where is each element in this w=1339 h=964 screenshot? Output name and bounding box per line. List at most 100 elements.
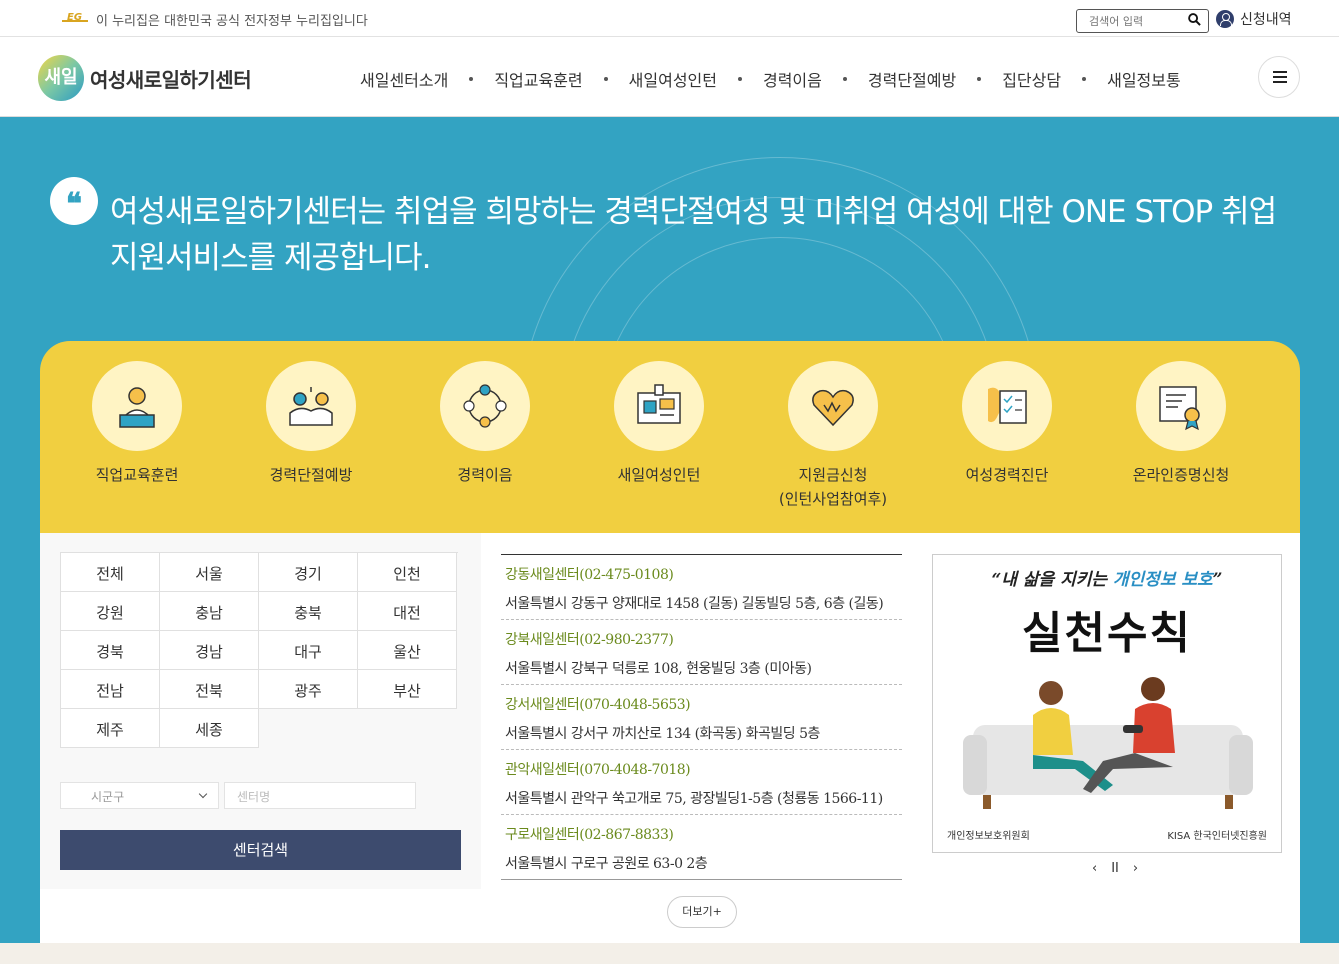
main-nav: 새일센터소개 직업교육훈련 새일여성인턴 경력이음 경력단절예방 집단상담 새일…	[360, 67, 1181, 91]
region-item[interactable]: 경북	[61, 631, 160, 670]
region-item[interactable]: 경기	[259, 553, 358, 592]
nav-item-career-prevention[interactable]: 경력단절예방	[868, 67, 956, 91]
hero-slogan: 여성새로일하기센터는 취업을 희망하는 경력단절여성 및 미취업 여성에 대한 …	[110, 194, 1277, 276]
region-item[interactable]: 울산	[358, 631, 457, 670]
egov-logo-icon: EG	[62, 12, 88, 26]
gov-notice-text: 이 누리집은 대한민국 공식 전자정부 누리집입니다	[96, 14, 368, 29]
prev-icon[interactable]: ‹	[1092, 861, 1097, 876]
region-item[interactable]: 전북	[160, 670, 259, 709]
apply-history-label: 신청내역	[1240, 12, 1292, 28]
hamburger-icon	[1273, 71, 1287, 73]
apply-history-link[interactable]: 신청내역	[1216, 9, 1292, 29]
region-item[interactable]: 대구	[259, 631, 358, 670]
center-search-button[interactable]: 센터검색	[60, 830, 461, 870]
list-item[interactable]: 강서새일센터(070-4048-5653) 서울특별시 강서구 까치산로 134…	[501, 685, 902, 750]
gov-notice: EG 이 누리집은 대한민국 공식 전자정부 누리집입니다	[62, 10, 368, 29]
list-item[interactable]: 관악새일센터(070-4048-7018) 서울특별시 관악구 쑥고개로 75,…	[501, 750, 902, 815]
nav-separator	[1082, 77, 1087, 81]
district-select-value: 시군구	[91, 790, 125, 804]
region-item[interactable]: 충남	[160, 592, 259, 631]
center-name: 강동새일센터(02-475-0108)	[505, 567, 674, 583]
pause-icon[interactable]: II	[1111, 861, 1119, 876]
quick-menu: 직업교육훈련 경력단절예방 경력이음 새일여성인턴 지원금신청 (인턴사업참여후…	[40, 341, 1300, 533]
nav-separator	[469, 77, 474, 81]
heart-money-icon	[788, 361, 878, 451]
quick-item-intern[interactable]: 새일여성인턴	[572, 361, 746, 487]
quick-item-subsidy[interactable]: 지원금신청 (인턴사업참여후)	[746, 361, 920, 511]
quick-item-label: 지원금신청	[798, 466, 868, 484]
next-icon[interactable]: ›	[1133, 861, 1138, 876]
quick-item-career-link[interactable]: 경력이음	[398, 361, 572, 487]
region-item[interactable]: 대전	[358, 592, 457, 631]
quick-item-certificate[interactable]: 온라인증명신청	[1094, 361, 1268, 487]
region-item[interactable]: 경남	[160, 631, 259, 670]
region-item[interactable]: 세종	[160, 709, 259, 748]
high-five-icon	[266, 361, 356, 451]
center-name: 강서새일센터(070-4048-5653)	[505, 697, 691, 713]
quote-icon: ❝	[50, 177, 98, 225]
nav-item-center-intro[interactable]: 새일센터소개	[360, 67, 448, 91]
site-search	[1076, 9, 1209, 33]
center-address: 서울특별시 강북구 덕릉로 108, 현웅빌딩 3층 (미아동)	[505, 661, 812, 677]
banner-tagline: “내 삶을 지키는 개인정보 보호”	[991, 570, 1223, 590]
quick-item-label: 새일여성인턴	[617, 466, 701, 484]
region-item[interactable]: 서울	[160, 553, 259, 592]
center-address: 서울특별시 강서구 까치산로 134 (화곡동) 화곡빌딩 5층	[505, 726, 820, 742]
nav-item-intern[interactable]: 새일여성인턴	[629, 67, 717, 91]
region-item[interactable]: 광주	[259, 670, 358, 709]
center-list: 강동새일센터(02-475-0108) 서울특별시 강동구 양재대로 1458 …	[501, 554, 902, 880]
region-selector: 전체 서울 경기 인천 강원 충남 충북 대전 경북 경남 대구 울산 전남 전…	[60, 552, 458, 748]
top-utility-bar: EG 이 누리집은 대한민국 공식 전자정부 누리집입니다 신청내역	[0, 0, 1339, 37]
pipc-logo-text: 개인정보보호위원회	[947, 831, 1030, 842]
region-item[interactable]: 부산	[358, 670, 457, 709]
banner-controls: ‹ II ›	[1092, 861, 1138, 876]
id-card-icon	[614, 361, 704, 451]
center-name-field[interactable]: 센터명	[224, 782, 416, 809]
nav-separator	[842, 77, 847, 81]
region-item[interactable]: 제주	[61, 709, 160, 748]
nav-separator	[603, 77, 608, 81]
search-filters: 시군구 센터명	[60, 782, 416, 809]
certificate-icon	[1136, 361, 1226, 451]
center-name: 구로새일센터(02-867-8833)	[505, 827, 674, 843]
list-item[interactable]: 강동새일센터(02-475-0108) 서울특별시 강동구 양재대로 1458 …	[501, 555, 902, 620]
checklist-map-icon	[962, 361, 1052, 451]
quick-item-label: 여성경력진단	[965, 466, 1049, 484]
hamburger-menu-button[interactable]	[1258, 56, 1300, 98]
nav-item-info[interactable]: 새일정보통	[1107, 67, 1181, 91]
more-button[interactable]: 더보기+	[667, 896, 737, 928]
banner-footer: 개인정보보호위원회 KISA 한국인터넷진흥원	[933, 827, 1281, 842]
user-icon	[1216, 10, 1234, 28]
nav-item-job-training[interactable]: 직업교육훈련	[494, 67, 582, 91]
region-item[interactable]: 전남	[61, 670, 160, 709]
search-icon[interactable]	[1188, 13, 1201, 26]
footer-strip	[0, 943, 1339, 964]
nav-separator	[737, 77, 742, 81]
region-item[interactable]: 전체	[61, 553, 160, 592]
district-select[interactable]: 시군구	[60, 782, 219, 809]
list-item[interactable]: 구로새일센터(02-867-8833) 서울특별시 구로구 공원로 63-0 2…	[501, 815, 902, 880]
center-name: 관악새일센터(070-4048-7018)	[505, 762, 691, 778]
search-input[interactable]	[1087, 11, 1187, 32]
region-item[interactable]: 강원	[61, 592, 160, 631]
privacy-banner[interactable]: “내 삶을 지키는 개인정보 보호” 실천수칙 개인정보보호위원회 KISA 한…	[932, 554, 1282, 853]
region-item[interactable]: 충북	[259, 592, 358, 631]
region-grid: 전체 서울 경기 인천 강원 충남 충북 대전 경북 경남 대구 울산 전남 전…	[60, 552, 458, 748]
list-item[interactable]: 강북새일센터(02-980-2377) 서울특별시 강북구 덕릉로 108, 현…	[501, 620, 902, 685]
nav-item-career-link[interactable]: 경력이음	[763, 67, 822, 91]
quick-item-label: 온라인증명신청	[1132, 466, 1230, 484]
quick-item-job-training[interactable]: 직업교육훈련	[50, 361, 224, 487]
chevron-down-icon	[198, 789, 208, 799]
center-address: 서울특별시 강동구 양재대로 1458 (길동) 길동빌딩 5층, 6층 (길동…	[505, 596, 884, 612]
site-logo[interactable]: 새일 여성새로일하기센터	[38, 55, 252, 101]
region-item[interactable]: 인천	[358, 553, 457, 592]
quick-item-label: 경력단절예방	[269, 466, 353, 484]
nav-item-group-counsel[interactable]: 집단상담	[1002, 67, 1061, 91]
couple-on-sofa-illustration	[963, 677, 1253, 809]
quick-item-career-diagnosis[interactable]: 여성경력진단	[920, 361, 1094, 487]
quick-item-label: 경력이음	[457, 466, 513, 484]
quick-item-career-prevention[interactable]: 경력단절예방	[224, 361, 398, 487]
center-address: 서울특별시 관악구 쑥고개로 75, 광장빌딩1-5층 (청룡동 1566-11…	[505, 791, 883, 807]
quick-item-sublabel: (인턴사업참여후)	[778, 490, 888, 508]
center-search-panel: 전체 서울 경기 인천 강원 충남 충북 대전 경북 경남 대구 울산 전남 전…	[40, 533, 1300, 943]
